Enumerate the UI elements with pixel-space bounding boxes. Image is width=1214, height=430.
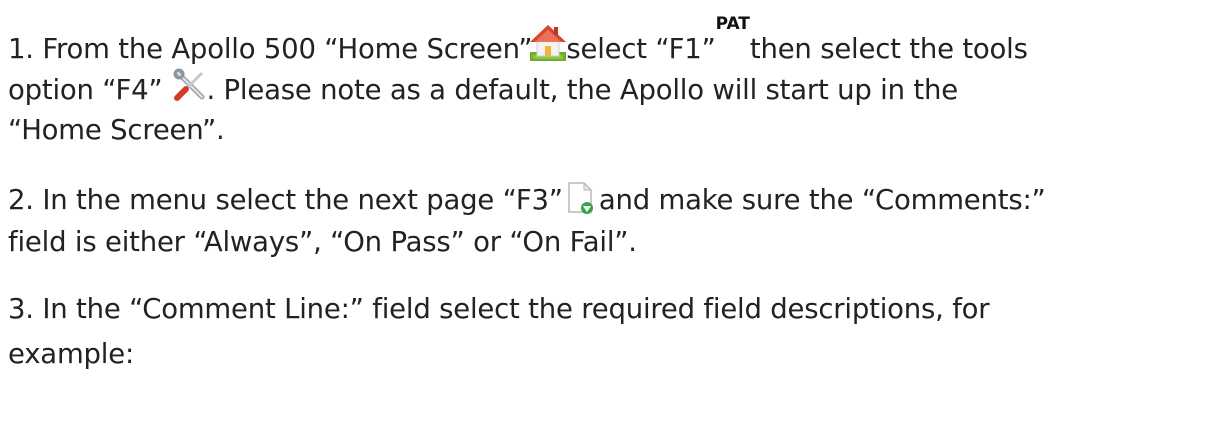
step-2-line-2: field is either “Always”, “On Pass” or “… (8, 220, 1208, 265)
step-3-text-a: 3. In the “Comment Line:” field select t… (8, 293, 990, 325)
step-3-text-b: example: (8, 338, 135, 370)
step-2-line-1: 2. In the menu select the next page “F3”… (8, 175, 1208, 220)
step-3-line-1: 3. In the “Comment Line:” field select t… (8, 287, 1208, 332)
step-1-text-c: then select the tools (749, 33, 1028, 65)
step-1-text-b: select “F1” (566, 33, 716, 65)
step-1-line-1: 1. From the Apollo 500 “Home Screen” sel… (8, 16, 1208, 66)
step-2-text-c: field is either “Always”, “On Pass” or “… (8, 226, 637, 258)
step-1-paragraph: 1. From the Apollo 500 “Home Screen” sel… (8, 16, 1208, 153)
instructions-document: 1. From the Apollo 500 “Home Screen” sel… (8, 16, 1208, 399)
home-icon (528, 22, 568, 62)
step-1-line-2: option “F4” . Please note as a default, … (8, 63, 1208, 108)
step-2-paragraph: 2. In the menu select the next page “F3”… (8, 175, 1208, 265)
step-2-text-a: 2. In the menu select the next page “F3” (8, 184, 563, 216)
pat-icon: PAT (715, 14, 750, 34)
step-2-text-b: and make sure the “Comments:” (598, 184, 1046, 216)
step-3-paragraph: 3. In the “Comment Line:” field select t… (8, 287, 1208, 377)
step-1-text-f: “Home Screen”. (8, 114, 225, 146)
next-page-icon (565, 181, 595, 215)
step-1-line-3: “Home Screen”. (8, 108, 1208, 153)
step-1-text-e: . Please note as a default, the Apollo w… (206, 74, 958, 106)
step-1-text-d: option “F4” (8, 74, 163, 106)
tools-icon (172, 67, 208, 103)
step-1-text-a: 1. From the Apollo 500 “Home Screen” (8, 33, 533, 65)
step-3-line-2: example: (8, 332, 1208, 377)
